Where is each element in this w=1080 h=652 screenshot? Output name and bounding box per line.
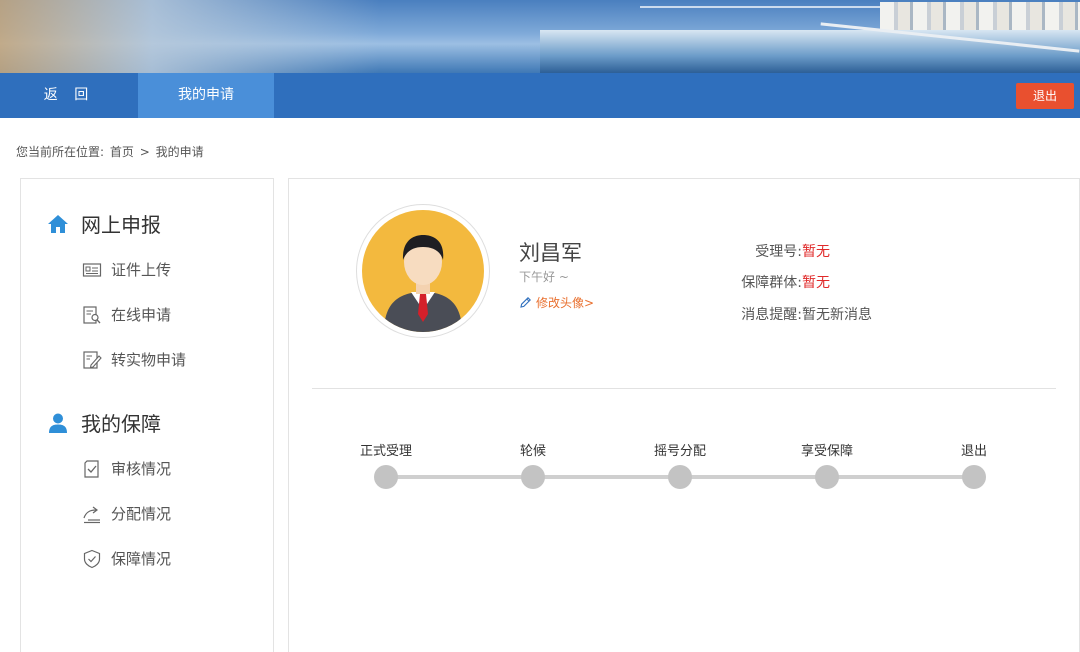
sidebar-section-online-title: 网上申报 [47, 209, 161, 238]
review-icon [82, 459, 102, 479]
step-dot-enjoy-guarantee [815, 465, 839, 489]
nav-my-application-tab[interactable]: 我的申请 [138, 73, 274, 118]
user-name: 刘昌军 [519, 241, 582, 265]
breadcrumb-current: 我的申请 [155, 145, 204, 159]
step-dot-waiting [521, 465, 545, 489]
info-row-guarantee-group: 保障群体: 暂无 [720, 272, 830, 292]
banner-sky [0, 0, 380, 73]
user-icon [47, 412, 69, 434]
pencil-icon [519, 296, 532, 309]
info-value-guarantee-group: 暂无 [802, 275, 830, 291]
edit-avatar-label: 修改头像> [536, 296, 595, 310]
sidebar-section-guarantee-label: 我的保障 [81, 412, 161, 436]
avatar-frame [356, 204, 490, 338]
sidebar-section-guarantee-title: 我的保障 [47, 408, 161, 437]
sidebar-item-review-status[interactable]: 审核情况 [82, 458, 171, 479]
edit-document-icon [82, 350, 102, 370]
info-label-message-reminder: 消息提醒: [741, 307, 802, 323]
avatar[interactable] [362, 210, 484, 332]
info-label-guarantee-group: 保障群体: [741, 275, 802, 291]
shield-check-icon [82, 549, 102, 569]
main-panel: 刘昌军 下午好 ~ 修改头像> 受理号: 暂无 保障群体: 暂无 消息提醒: 暂… [288, 178, 1080, 652]
nav-back-button[interactable]: 返 回 [0, 73, 138, 118]
banner-water [540, 30, 1080, 73]
sidebar-section-online-label: 网上申报 [81, 213, 161, 237]
logout-button[interactable]: 退出 [1016, 83, 1074, 109]
distribute-icon [82, 504, 102, 524]
step-label-formal-acceptance: 正式受理 [359, 444, 412, 459]
header-banner [0, 0, 1080, 73]
info-row-message-reminder: 消息提醒: 暂无新消息 [720, 304, 872, 324]
sidebar: 网上申报 证件上传 在线申请 转实物申请 我的保障 审核情况 分配情况 保障情况 [20, 178, 274, 652]
info-value-message-reminder: 暂无新消息 [802, 307, 872, 323]
edit-avatar-link[interactable]: 修改头像> [519, 294, 594, 311]
step-dot-exit [962, 465, 986, 489]
breadcrumb: 您当前所在位置: 首页 > 我的申请 [16, 143, 206, 160]
sidebar-item-id-upload[interactable]: 证件上传 [82, 259, 171, 280]
top-nav-bar: 返 回 我的申请 退出 [0, 73, 1080, 118]
sidebar-item-guarantee-status-label: 保障情况 [111, 550, 172, 568]
info-row-acceptance-number: 受理号: 暂无 [720, 241, 830, 261]
sidebar-item-distribution-status[interactable]: 分配情况 [82, 503, 171, 524]
sidebar-item-review-status-label: 审核情况 [111, 460, 172, 478]
form-search-icon [82, 305, 102, 325]
sidebar-item-id-upload-label: 证件上传 [111, 261, 172, 279]
sidebar-item-online-apply[interactable]: 在线申请 [82, 304, 171, 325]
step-label-waiting: 轮候 [519, 444, 546, 459]
sidebar-item-distribution-status-label: 分配情况 [111, 505, 172, 523]
sidebar-item-guarantee-status[interactable]: 保障情况 [82, 548, 171, 569]
home-icon [47, 213, 69, 235]
breadcrumb-prefix: 您当前所在位置: [16, 145, 105, 159]
info-value-acceptance-number: 暂无 [802, 244, 830, 260]
section-divider [312, 388, 1056, 389]
avatar-person-illustration [384, 235, 462, 332]
sidebar-item-physical-apply-label: 转实物申请 [111, 351, 187, 369]
step-label-lottery-allocation: 摇号分配 [653, 444, 706, 459]
banner-buildings [880, 2, 1080, 30]
breadcrumb-separator: > [139, 145, 150, 159]
info-label-acceptance-number: 受理号: [755, 244, 802, 260]
sidebar-item-physical-apply[interactable]: 转实物申请 [82, 349, 186, 370]
sidebar-item-online-apply-label: 在线申请 [111, 306, 172, 324]
step-label-exit: 退出 [960, 444, 987, 459]
step-label-enjoy-guarantee: 享受保障 [800, 444, 853, 459]
step-dot-lottery-allocation [668, 465, 692, 489]
breadcrumb-home-link[interactable]: 首页 [110, 145, 134, 159]
greeting-text: 下午好 ~ [519, 270, 569, 284]
id-card-icon [82, 260, 102, 280]
step-dot-formal-acceptance [374, 465, 398, 489]
